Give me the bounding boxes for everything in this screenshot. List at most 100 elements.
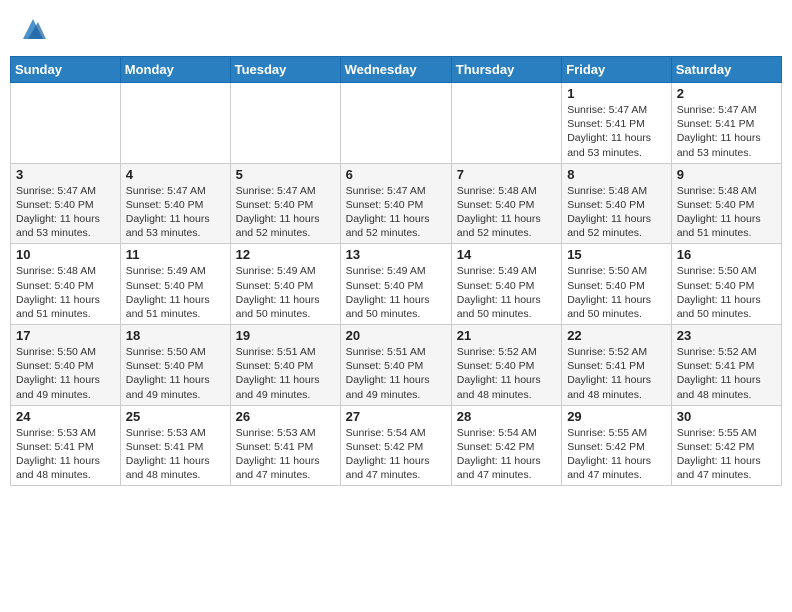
day-info: Sunrise: 5:47 AMSunset: 5:41 PMDaylight:… <box>567 103 666 160</box>
calendar-row: 17 Sunrise: 5:50 AMSunset: 5:40 PMDayligh… <box>11 325 782 406</box>
day-number: 25 <box>126 409 225 424</box>
day-number: 6 <box>346 167 446 182</box>
page-header <box>10 10 782 48</box>
calendar-cell <box>11 83 121 164</box>
weekday-header-row: SundayMondayTuesdayWednesdayThursdayFrid… <box>11 57 782 83</box>
day-number: 21 <box>457 328 556 343</box>
calendar-row: 24 Sunrise: 5:53 AMSunset: 5:41 PMDayligh… <box>11 405 782 486</box>
day-info: Sunrise: 5:54 AMSunset: 5:42 PMDaylight:… <box>346 426 446 483</box>
calendar-cell: 4 Sunrise: 5:47 AMSunset: 5:40 PMDaylight… <box>120 163 230 244</box>
calendar-cell: 20 Sunrise: 5:51 AMSunset: 5:40 PMDayligh… <box>340 325 451 406</box>
day-number: 28 <box>457 409 556 424</box>
day-info: Sunrise: 5:47 AMSunset: 5:40 PMDaylight:… <box>236 184 335 241</box>
day-number: 19 <box>236 328 335 343</box>
calendar-cell: 24 Sunrise: 5:53 AMSunset: 5:41 PMDayligh… <box>11 405 121 486</box>
calendar-cell: 19 Sunrise: 5:51 AMSunset: 5:40 PMDayligh… <box>230 325 340 406</box>
calendar-cell: 17 Sunrise: 5:50 AMSunset: 5:40 PMDayligh… <box>11 325 121 406</box>
day-number: 14 <box>457 247 556 262</box>
calendar-cell: 14 Sunrise: 5:49 AMSunset: 5:40 PMDayligh… <box>451 244 561 325</box>
calendar-cell <box>230 83 340 164</box>
calendar-cell: 9 Sunrise: 5:48 AMSunset: 5:40 PMDaylight… <box>671 163 781 244</box>
weekday-header-monday: Monday <box>120 57 230 83</box>
day-number: 4 <box>126 167 225 182</box>
logo <box>16 14 48 44</box>
day-number: 10 <box>16 247 115 262</box>
day-info: Sunrise: 5:51 AMSunset: 5:40 PMDaylight:… <box>236 345 335 402</box>
calendar-cell: 2 Sunrise: 5:47 AMSunset: 5:41 PMDaylight… <box>671 83 781 164</box>
day-info: Sunrise: 5:52 AMSunset: 5:40 PMDaylight:… <box>457 345 556 402</box>
calendar-cell: 11 Sunrise: 5:49 AMSunset: 5:40 PMDayligh… <box>120 244 230 325</box>
day-info: Sunrise: 5:49 AMSunset: 5:40 PMDaylight:… <box>346 264 446 321</box>
day-number: 20 <box>346 328 446 343</box>
day-info: Sunrise: 5:47 AMSunset: 5:41 PMDaylight:… <box>677 103 776 160</box>
day-info: Sunrise: 5:52 AMSunset: 5:41 PMDaylight:… <box>567 345 666 402</box>
day-info: Sunrise: 5:53 AMSunset: 5:41 PMDaylight:… <box>236 426 335 483</box>
day-number: 12 <box>236 247 335 262</box>
day-info: Sunrise: 5:53 AMSunset: 5:41 PMDaylight:… <box>126 426 225 483</box>
calendar-cell: 13Sunrise: 5:49 AMSunset: 5:40 PMDayligh… <box>340 244 451 325</box>
calendar-cell: 6 Sunrise: 5:47 AMSunset: 5:40 PMDaylight… <box>340 163 451 244</box>
day-info: Sunrise: 5:49 AMSunset: 5:40 PMDaylight:… <box>457 264 556 321</box>
day-info: Sunrise: 5:55 AMSunset: 5:42 PMDaylight:… <box>677 426 776 483</box>
day-number: 18 <box>126 328 225 343</box>
day-number: 9 <box>677 167 776 182</box>
day-info: Sunrise: 5:52 AMSunset: 5:41 PMDaylight:… <box>677 345 776 402</box>
day-info: Sunrise: 5:48 AMSunset: 5:40 PMDaylight:… <box>677 184 776 241</box>
day-info: Sunrise: 5:55 AMSunset: 5:42 PMDaylight:… <box>567 426 666 483</box>
calendar-cell: 18 Sunrise: 5:50 AMSunset: 5:40 PMDayligh… <box>120 325 230 406</box>
day-number: 26 <box>236 409 335 424</box>
calendar-row: 1Sunrise: 5:47 AMSunset: 5:41 PMDaylight… <box>11 83 782 164</box>
weekday-header-thursday: Thursday <box>451 57 561 83</box>
calendar-cell: 28Sunrise: 5:54 AMSunset: 5:42 PMDayligh… <box>451 405 561 486</box>
calendar-cell: 5 Sunrise: 5:47 AMSunset: 5:40 PMDaylight… <box>230 163 340 244</box>
calendar-cell <box>451 83 561 164</box>
calendar-cell: 26 Sunrise: 5:53 AMSunset: 5:41 PMDayligh… <box>230 405 340 486</box>
weekday-header-tuesday: Tuesday <box>230 57 340 83</box>
day-number: 15 <box>567 247 666 262</box>
calendar-cell: 3 Sunrise: 5:47 AMSunset: 5:40 PMDaylight… <box>11 163 121 244</box>
weekday-header-sunday: Sunday <box>11 57 121 83</box>
day-number: 17 <box>16 328 115 343</box>
day-info: Sunrise: 5:49 AMSunset: 5:40 PMDaylight:… <box>126 264 225 321</box>
calendar-cell: 12 Sunrise: 5:49 AMSunset: 5:40 PMDayligh… <box>230 244 340 325</box>
day-number: 27 <box>346 409 446 424</box>
day-info: Sunrise: 5:48 AMSunset: 5:40 PMDaylight:… <box>567 184 666 241</box>
calendar-cell: 8 Sunrise: 5:48 AMSunset: 5:40 PMDaylight… <box>562 163 672 244</box>
day-number: 29 <box>567 409 666 424</box>
day-number: 30 <box>677 409 776 424</box>
day-info: Sunrise: 5:51 AMSunset: 5:40 PMDaylight:… <box>346 345 446 402</box>
weekday-header-saturday: Saturday <box>671 57 781 83</box>
day-info: Sunrise: 5:50 AMSunset: 5:40 PMDaylight:… <box>567 264 666 321</box>
calendar-cell: 29 Sunrise: 5:55 AMSunset: 5:42 PMDayligh… <box>562 405 672 486</box>
day-info: Sunrise: 5:47 AMSunset: 5:40 PMDaylight:… <box>126 184 225 241</box>
weekday-header-wednesday: Wednesday <box>340 57 451 83</box>
logo-icon <box>18 14 48 44</box>
day-info: Sunrise: 5:50 AMSunset: 5:40 PMDaylight:… <box>126 345 225 402</box>
day-number: 5 <box>236 167 335 182</box>
calendar-cell: 7Sunrise: 5:48 AMSunset: 5:40 PMDaylight… <box>451 163 561 244</box>
calendar-table: SundayMondayTuesdayWednesdayThursdayFrid… <box>10 56 782 486</box>
day-number: 24 <box>16 409 115 424</box>
day-number: 3 <box>16 167 115 182</box>
calendar-cell: 10Sunrise: 5:48 AMSunset: 5:40 PMDayligh… <box>11 244 121 325</box>
day-number: 8 <box>567 167 666 182</box>
day-info: Sunrise: 5:47 AMSunset: 5:40 PMDaylight:… <box>346 184 446 241</box>
day-number: 7 <box>457 167 556 182</box>
day-info: Sunrise: 5:50 AMSunset: 5:40 PMDaylight:… <box>16 345 115 402</box>
day-number: 2 <box>677 86 776 101</box>
weekday-header-friday: Friday <box>562 57 672 83</box>
day-info: Sunrise: 5:53 AMSunset: 5:41 PMDaylight:… <box>16 426 115 483</box>
calendar-cell: 21 Sunrise: 5:52 AMSunset: 5:40 PMDayligh… <box>451 325 561 406</box>
calendar-cell: 16Sunrise: 5:50 AMSunset: 5:40 PMDayligh… <box>671 244 781 325</box>
calendar-row: 3 Sunrise: 5:47 AMSunset: 5:40 PMDaylight… <box>11 163 782 244</box>
calendar-cell: 22 Sunrise: 5:52 AMSunset: 5:41 PMDayligh… <box>562 325 672 406</box>
day-number: 11 <box>126 247 225 262</box>
calendar-cell: 23Sunrise: 5:52 AMSunset: 5:41 PMDayligh… <box>671 325 781 406</box>
day-info: Sunrise: 5:49 AMSunset: 5:40 PMDaylight:… <box>236 264 335 321</box>
calendar-cell <box>340 83 451 164</box>
calendar-cell: 30 Sunrise: 5:55 AMSunset: 5:42 PMDayligh… <box>671 405 781 486</box>
day-info: Sunrise: 5:50 AMSunset: 5:40 PMDaylight:… <box>677 264 776 321</box>
day-info: Sunrise: 5:47 AMSunset: 5:40 PMDaylight:… <box>16 184 115 241</box>
day-number: 22 <box>567 328 666 343</box>
calendar-cell: 15 Sunrise: 5:50 AMSunset: 5:40 PMDayligh… <box>562 244 672 325</box>
